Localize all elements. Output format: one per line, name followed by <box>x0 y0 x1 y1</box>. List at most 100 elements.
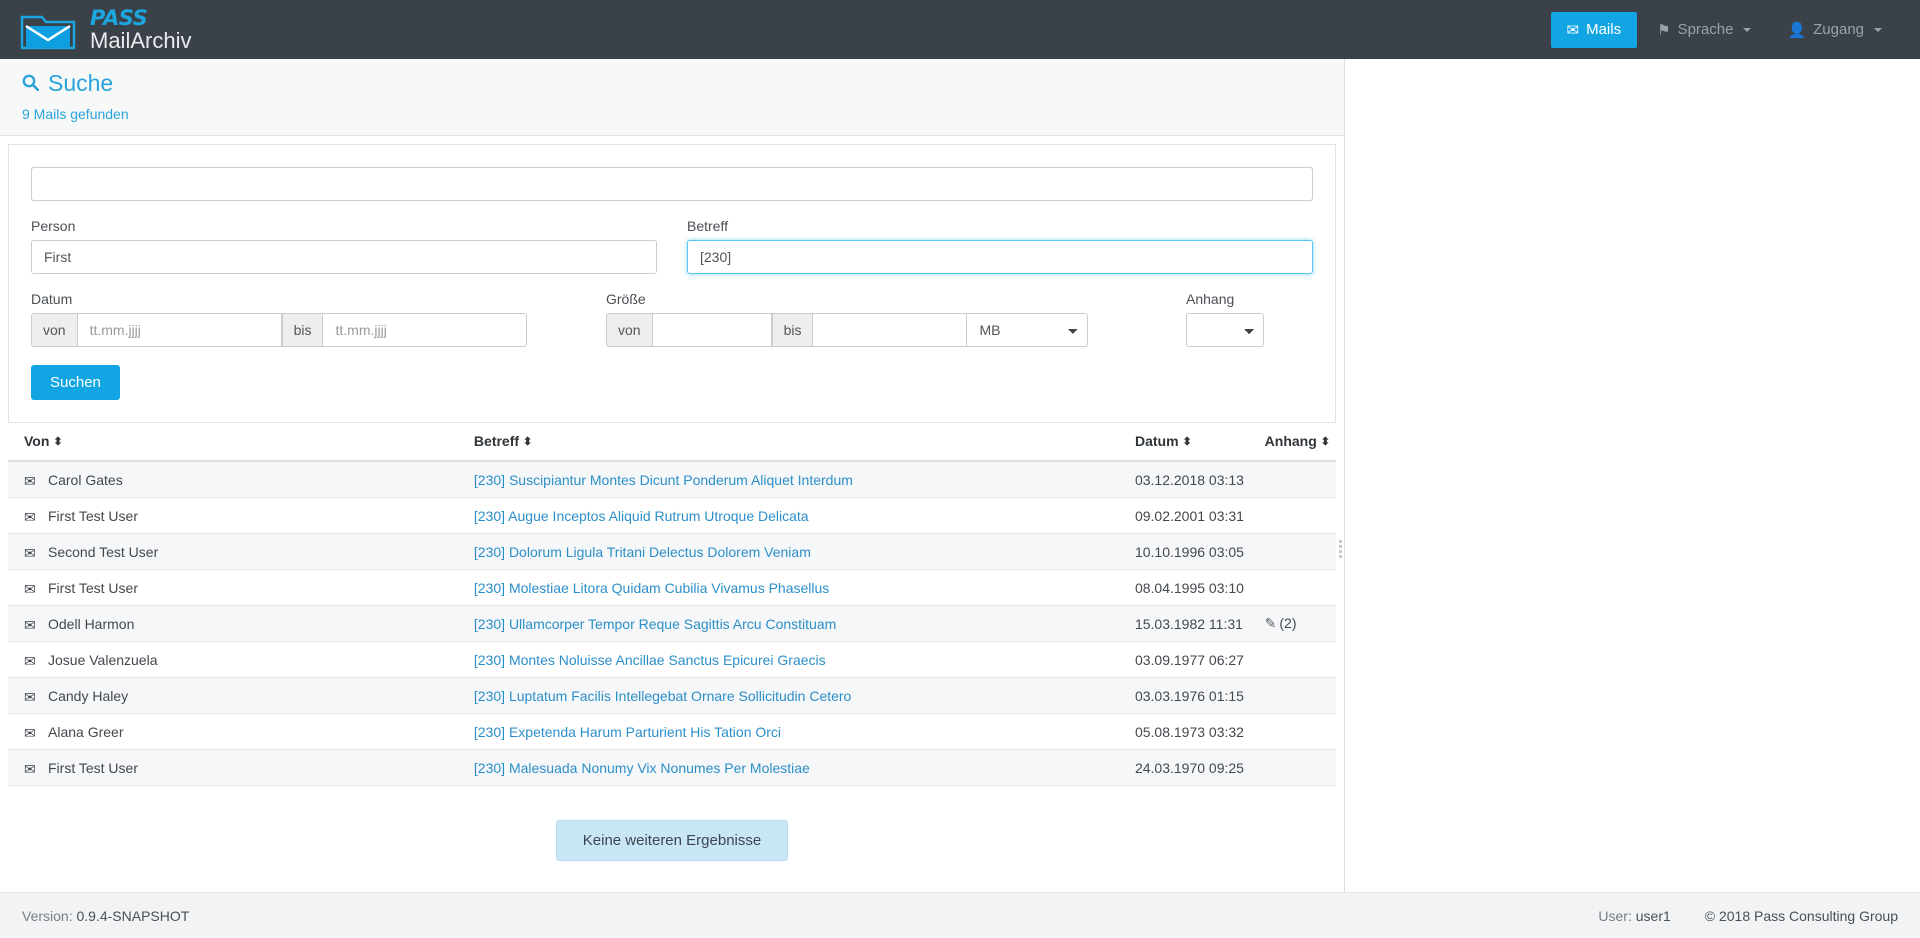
no-more-results-button[interactable]: Keine weiteren Ergebnisse <box>555 820 789 861</box>
cell-betreff: [230] Malesuada Nonumy Vix Nonumes Per M… <box>467 749 1129 786</box>
sender-name: Carol Gates <box>48 471 123 488</box>
groesse-bis-input[interactable] <box>812 313 968 347</box>
envelope-icon: ✉ <box>24 473 36 489</box>
footer-version-value: 0.9.4-SNAPSHOT <box>76 907 190 924</box>
results-table-body: ✉ Carol Gates [230] Suscipiantur Montes Di… <box>8 461 1336 786</box>
datum-bis-input[interactable] <box>322 313 528 347</box>
cell-datum: 08.04.1995 03:10 <box>1128 569 1259 606</box>
column-header-betreff[interactable]: Betreff ⬍ <box>467 423 1129 462</box>
cell-datum: 10.10.1996 03:05 <box>1128 533 1259 570</box>
nav-item-zugang[interactable]: 👤 Zugang <box>1771 12 1898 48</box>
cell-anhang <box>1258 749 1336 786</box>
results-table: Von ⬍ Betreff ⬍ Datum ⬍ Anhang ⬍ ✉ Carol Gate… <box>8 423 1336 786</box>
anhang-select[interactable]: janein <box>1186 313 1264 347</box>
cell-anhang <box>1258 677 1336 714</box>
chevron-down-icon <box>1874 27 1882 32</box>
cell-anhang <box>1258 461 1336 498</box>
freetext-search-input[interactable] <box>31 167 1313 201</box>
page-title: Suche <box>22 70 1322 97</box>
table-row[interactable]: ✉ Alana Greer [230] Expetenda Harum Partur… <box>8 713 1336 750</box>
footer-user-value: user1 <box>1635 907 1671 924</box>
sender-name: Odell Harmon <box>48 615 135 632</box>
sort-icon: ⬍ <box>523 436 533 448</box>
subject-link[interactable]: [230] Ullamcorper Tempor Reque Sagittis … <box>474 616 836 632</box>
brand-logo-group[interactable]: PASS MailArchiv <box>18 7 191 52</box>
datum-bis-addon: bis <box>281 313 323 347</box>
subject-link[interactable]: [230] Malesuada Nonumy Vix Nonumes Per M… <box>474 760 810 776</box>
cell-von: ✉ Alana Greer <box>8 713 468 750</box>
cell-von: ✉ Carol Gates <box>8 461 468 498</box>
datum-field-group: Datum von bis <box>31 291 576 347</box>
table-row[interactable]: ✉ Odell Harmon [230] Ullamcorper Tempor Re… <box>8 605 1336 642</box>
subject-link[interactable]: [230] Montes Noluisse Ancillae Sanctus E… <box>474 652 826 668</box>
groesse-field-group: Größe von bis KBMBGB <box>606 291 1156 347</box>
suchen-button[interactable]: Suchen <box>31 365 120 400</box>
chevron-down-icon <box>1743 27 1752 32</box>
user-icon: 👤 <box>1787 21 1807 39</box>
sender-name: Second Test User <box>48 543 159 560</box>
top-navbar: PASS MailArchiv ✉ Mails ⚑ Sprache 👤 Zuga… <box>0 0 1920 59</box>
cell-datum: 03.09.1977 06:27 <box>1128 641 1259 678</box>
anhang-label: Anhang <box>1186 291 1235 307</box>
search-icon <box>22 70 40 97</box>
column-header-betreff-label: Betreff <box>473 433 520 449</box>
cell-anhang <box>1258 713 1336 750</box>
cell-anhang: ✎ (2) <box>1258 605 1336 642</box>
datum-von-input[interactable] <box>76 313 282 347</box>
groesse-label: Größe <box>606 291 646 307</box>
subject-link[interactable]: [230] Augue Inceptos Aliquid Rutrum Utro… <box>474 508 809 524</box>
groesse-von-addon: von <box>606 313 652 347</box>
subject-link[interactable]: [230] Expetenda Harum Parturient His Tat… <box>474 724 781 740</box>
groesse-unit-select[interactable]: KBMBGB <box>967 313 1089 347</box>
column-header-datum[interactable]: Datum ⬍ <box>1128 423 1259 462</box>
envelope-icon: ✉ <box>24 617 36 633</box>
table-header-row: Von ⬍ Betreff ⬍ Datum ⬍ Anhang ⬍ <box>8 423 1336 462</box>
table-row[interactable]: ✉ Second Test User [230] Dolorum Ligula Tr… <box>8 533 1336 570</box>
cell-von: ✉ First Test User <box>8 569 468 606</box>
table-row[interactable]: ✉ Josue Valenzuela [230] Montes Noluisse A… <box>8 641 1336 678</box>
panel-resize-handle[interactable] <box>1339 532 1344 566</box>
subject-link[interactable]: [230] Suscipiantur Montes Dicunt Ponderu… <box>474 472 853 488</box>
column-header-anhang[interactable]: Anhang ⬍ <box>1258 423 1336 462</box>
results-section: Von ⬍ Betreff ⬍ Datum ⬍ Anhang ⬍ ✉ Carol Gate… <box>8 423 1336 861</box>
cell-betreff: [230] Suscipiantur Montes Dicunt Ponderu… <box>467 461 1129 498</box>
nav-item-sprache[interactable]: ⚑ Sprache <box>1641 12 1767 48</box>
person-field-group: Person <box>31 218 657 274</box>
footer-right-group: User: user1 © 2018 Pass Consulting Group <box>1598 908 1898 924</box>
flag-icon: ⚑ <box>1657 21 1671 39</box>
subject-link[interactable]: [230] Dolorum Ligula Tritani Delectus Do… <box>474 544 811 560</box>
betreff-field-group: Betreff <box>687 218 1313 274</box>
sender-name: First Test User <box>48 759 138 776</box>
subject-link[interactable]: [230] Molestiae Litora Quidam Cubilia Vi… <box>474 580 829 596</box>
column-header-datum-label: Datum <box>1134 433 1179 449</box>
subject-link[interactable]: [230] Luptatum Facilis Intellegebat Orna… <box>474 688 851 704</box>
table-row[interactable]: ✉ First Test User [230] Augue Inceptos Ali… <box>8 497 1336 534</box>
footer-bar: Version: 0.9.4-SNAPSHOT User: user1 © 20… <box>0 892 1920 938</box>
attachment-count: (2) <box>1279 615 1297 631</box>
sender-name: Candy Haley <box>48 687 129 704</box>
envelope-icon: ✉ <box>24 689 36 705</box>
envelope-icon: ✉ <box>1566 21 1580 39</box>
groesse-von-input[interactable] <box>651 313 772 347</box>
datum-von-addon: von <box>31 313 77 347</box>
table-row[interactable]: ✉ Carol Gates [230] Suscipiantur Montes Di… <box>8 461 1336 498</box>
nav-item-mails[interactable]: ✉ Mails <box>1550 11 1638 48</box>
betreff-input[interactable] <box>687 240 1313 274</box>
cell-von: ✉ Odell Harmon <box>8 605 468 642</box>
cell-anhang <box>1258 569 1336 606</box>
table-row[interactable]: ✉ First Test User [230] Molestiae Litora Q… <box>8 569 1336 606</box>
table-row[interactable]: ✉ First Test User [230] Malesuada Nonumy V… <box>8 749 1336 786</box>
footer-version: Version: 0.9.4-SNAPSHOT <box>22 908 189 924</box>
cell-von: ✉ Second Test User <box>8 533 468 570</box>
cell-betreff: [230] Ullamcorper Tempor Reque Sagittis … <box>467 605 1129 642</box>
cell-betreff: [230] Luptatum Facilis Intellegebat Orna… <box>467 677 1129 714</box>
main-content-panel: Suche 9 Mails gefunden Person Betreff Da… <box>0 59 1345 892</box>
person-label: Person <box>31 218 76 234</box>
table-row[interactable]: ✉ Candy Haley [230] Luptatum Facilis Intel… <box>8 677 1336 714</box>
cell-datum: 05.08.1973 03:32 <box>1128 713 1259 750</box>
cell-von: ✉ First Test User <box>8 497 468 534</box>
sender-name: Alana Greer <box>48 723 124 740</box>
envelope-icon: ✉ <box>24 545 36 561</box>
person-input[interactable] <box>31 240 657 274</box>
column-header-von[interactable]: Von ⬍ <box>8 423 468 462</box>
